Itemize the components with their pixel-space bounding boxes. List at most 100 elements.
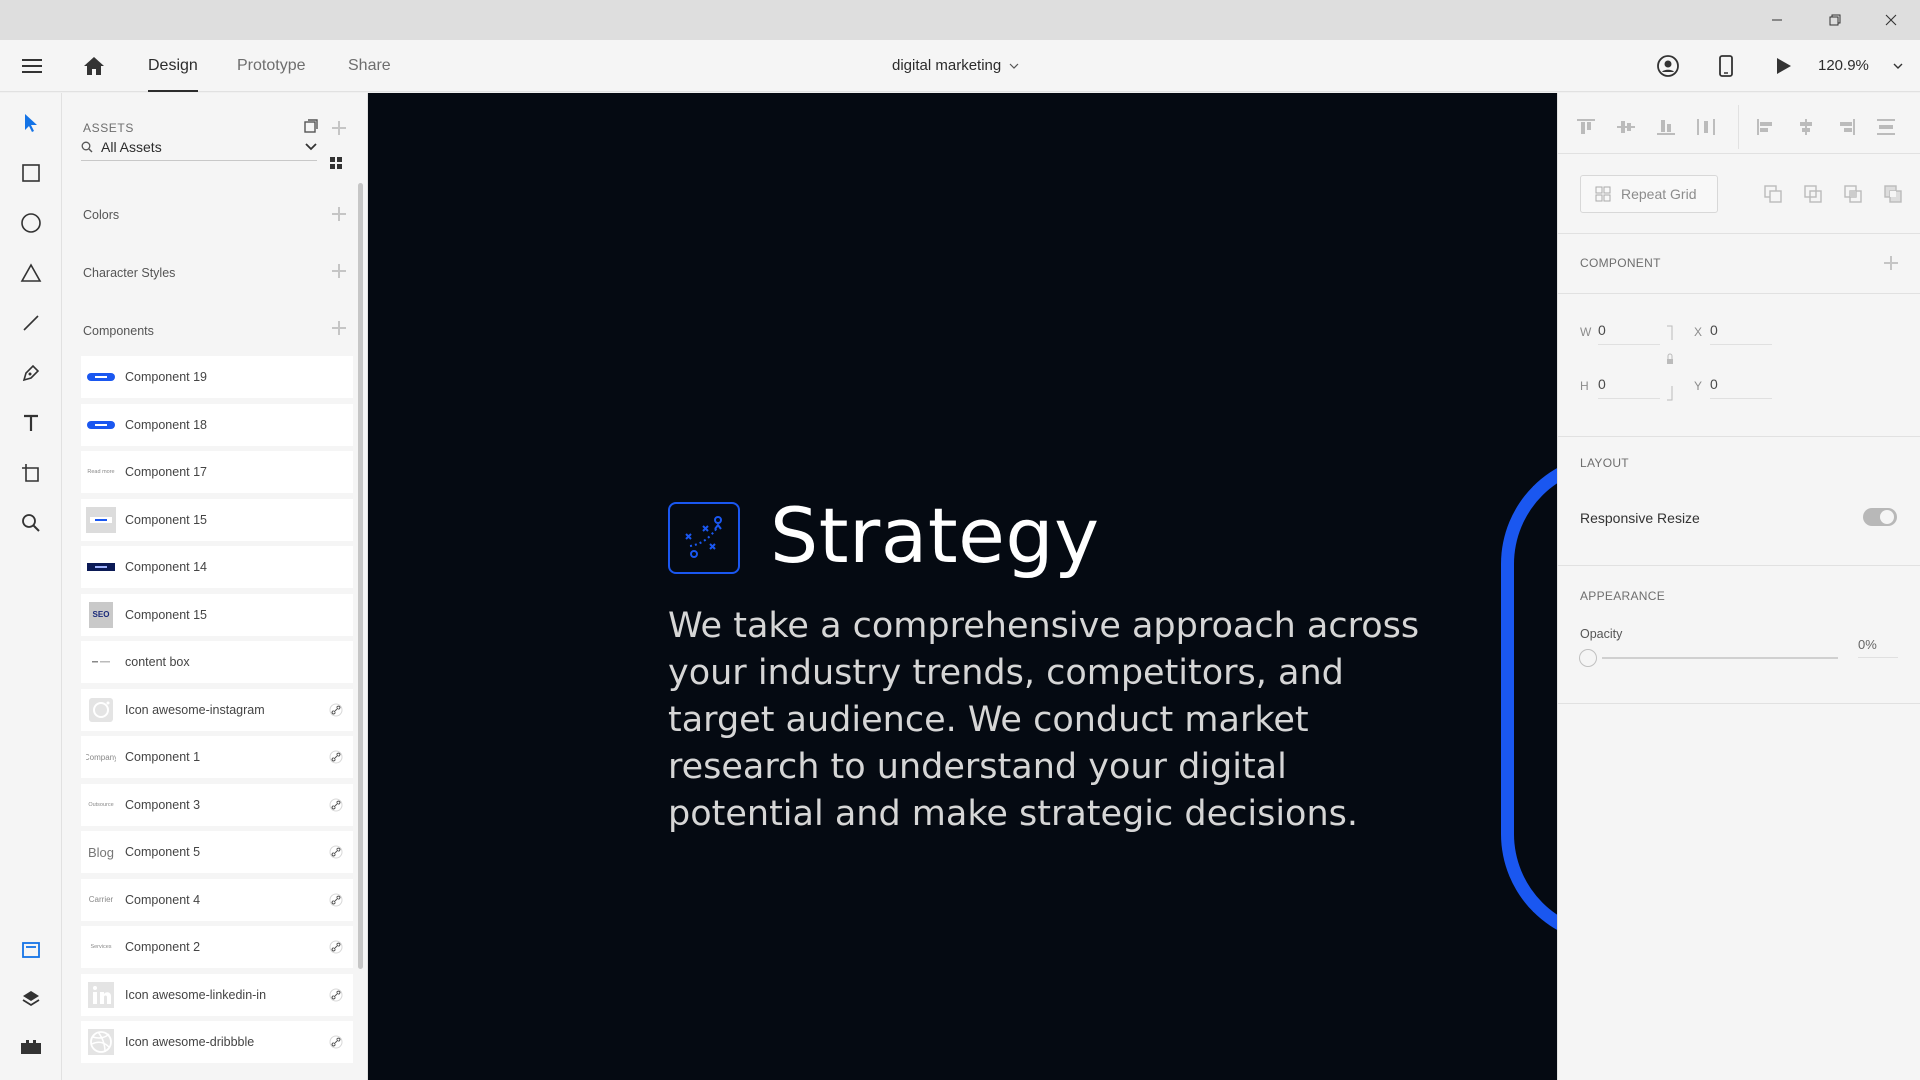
height-input[interactable]: 0: [1598, 376, 1660, 399]
align-center-button[interactable]: [1794, 115, 1818, 139]
align-middle-button[interactable]: [1614, 115, 1638, 139]
component-thumbnail: Services: [86, 934, 116, 960]
select-tool[interactable]: [15, 107, 47, 139]
rectangle-tool[interactable]: [15, 157, 47, 189]
ellipse-tool[interactable]: [15, 207, 47, 239]
linked-asset-button[interactable]: [325, 984, 347, 1006]
tab-share[interactable]: Share: [348, 40, 391, 92]
pen-tool[interactable]: [15, 357, 47, 389]
linked-asset-button[interactable]: [325, 794, 347, 816]
zoom-dropdown-button[interactable]: [1890, 60, 1906, 72]
component-item[interactable]: Read more Component 17: [81, 451, 353, 493]
boolean-intersect-button[interactable]: [1842, 183, 1864, 205]
character-styles-section-label[interactable]: Character Styles: [83, 266, 175, 280]
align-bottom-button[interactable]: [1654, 115, 1678, 139]
dribbble-icon: [88, 1029, 114, 1055]
play-preview-button[interactable]: [1770, 52, 1798, 80]
distribute-vertical-button[interactable]: [1694, 115, 1718, 139]
link-icon: [329, 845, 343, 859]
home-button[interactable]: [80, 53, 108, 79]
assets-panel-button[interactable]: [15, 934, 47, 966]
chevron-down-icon: [1009, 63, 1019, 69]
restore-button[interactable]: [1806, 0, 1864, 40]
component-item[interactable]: Outsource Component 3: [81, 783, 353, 826]
restore-icon: [1829, 14, 1841, 26]
device-preview-button[interactable]: [1712, 52, 1740, 80]
link-icon: [329, 988, 343, 1001]
add-component-button[interactable]: [332, 321, 346, 335]
content-thumbnail: [92, 661, 110, 663]
invite-user-button[interactable]: [1654, 52, 1682, 80]
strategy-description[interactable]: We take a comprehensive approach across …: [668, 603, 1428, 838]
colors-section-label[interactable]: Colors: [83, 208, 119, 222]
add-color-button[interactable]: [332, 207, 346, 221]
component-thumbnail: [86, 649, 116, 675]
components-section-label[interactable]: Components: [83, 324, 154, 338]
component-item[interactable]: Component 14: [81, 546, 353, 588]
x-input[interactable]: 0: [1710, 322, 1772, 345]
hamburger-menu-button[interactable]: [18, 54, 46, 78]
component-item[interactable]: Company Component 1: [81, 736, 353, 778]
lock-aspect-button[interactable]: [1666, 325, 1674, 401]
component-item[interactable]: Icon awesome-instagram: [81, 688, 353, 731]
y-input[interactable]: 0: [1710, 376, 1772, 399]
polygon-tool[interactable]: [15, 257, 47, 289]
opacity-input[interactable]: 0%: [1858, 637, 1898, 658]
component-item[interactable]: Icon awesome-dribbble: [81, 1021, 353, 1063]
grid-view-button[interactable]: [330, 157, 344, 171]
close-window-button[interactable]: [1862, 0, 1920, 40]
distribute-horizontal-button[interactable]: [1874, 115, 1898, 139]
add-component-state-button[interactable]: [1884, 256, 1898, 270]
text-tool[interactable]: [15, 407, 47, 439]
boolean-subtract-button[interactable]: [1802, 183, 1824, 205]
component-item[interactable]: Component 15: [81, 498, 353, 541]
plugins-panel-button[interactable]: [15, 1030, 47, 1062]
component-item[interactable]: Carrier Component 4: [81, 878, 353, 921]
linked-asset-button[interactable]: [325, 841, 347, 863]
linked-asset-button[interactable]: [325, 889, 347, 911]
component-label: Component 14: [125, 560, 208, 574]
design-canvas[interactable]: Strategy We take a comprehensive approac…: [368, 93, 1557, 1080]
add-character-style-button[interactable]: [332, 264, 346, 278]
opacity-slider-track[interactable]: [1602, 657, 1838, 659]
document-title-dropdown[interactable]: digital marketing: [892, 40, 1019, 92]
assets-filter[interactable]: All Assets: [81, 133, 317, 161]
line-tool[interactable]: [15, 307, 47, 339]
zoom-level[interactable]: 120.9%: [1818, 40, 1869, 92]
tab-design[interactable]: Design: [148, 40, 198, 92]
boolean-exclude-button[interactable]: [1882, 183, 1904, 205]
component-item[interactable]: Blog Component 5: [81, 831, 353, 873]
artboard-tool[interactable]: [15, 457, 47, 489]
component-item[interactable]: Component 19: [81, 356, 353, 398]
align-left-button[interactable]: [1754, 115, 1778, 139]
plugins-icon: [21, 1040, 41, 1054]
layers-panel-button[interactable]: [15, 982, 47, 1014]
zoom-tool[interactable]: [15, 507, 47, 539]
boolean-add-button[interactable]: [1762, 183, 1784, 205]
responsive-resize-toggle[interactable]: [1863, 508, 1897, 526]
component-item[interactable]: Icon awesome-linkedin-in: [81, 973, 353, 1016]
component-item[interactable]: SEO Component 15: [81, 593, 353, 636]
linked-asset-button[interactable]: [325, 699, 347, 721]
add-asset-button[interactable]: [332, 121, 346, 135]
align-top-button[interactable]: [1574, 115, 1598, 139]
strategy-logo[interactable]: [668, 502, 740, 574]
assets-filter-value: All Assets: [101, 138, 162, 155]
blue-rounded-frame[interactable]: [1501, 454, 1557, 944]
opacity-slider-handle[interactable]: [1579, 649, 1597, 667]
repeat-grid-button[interactable]: Repeat Grid: [1580, 175, 1718, 213]
align-right-button[interactable]: [1834, 115, 1858, 139]
width-input[interactable]: 0: [1598, 322, 1660, 345]
component-item[interactable]: Services Component 2: [81, 926, 353, 968]
minimize-button[interactable]: [1748, 0, 1806, 40]
tab-prototype[interactable]: Prototype: [237, 40, 305, 92]
chevron-down-icon: [305, 142, 317, 150]
component-item[interactable]: Component 18: [81, 403, 353, 446]
component-item[interactable]: content box: [81, 641, 353, 683]
strategy-heading[interactable]: Strategy: [770, 491, 1100, 580]
linked-asset-button[interactable]: [325, 746, 347, 768]
component-thumbnail: [86, 364, 116, 390]
assets-scrollbar[interactable]: [358, 183, 363, 969]
linked-asset-button[interactable]: [325, 936, 347, 958]
linked-asset-button[interactable]: [325, 1031, 347, 1053]
